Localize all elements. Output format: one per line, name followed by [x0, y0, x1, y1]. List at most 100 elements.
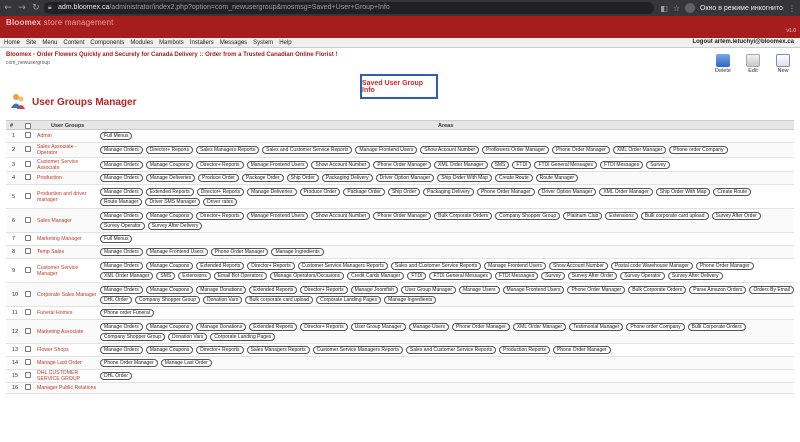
menu-mambots[interactable]: Mambots — [159, 40, 184, 46]
row-checkbox[interactable] — [25, 192, 31, 201]
row-checkbox[interactable] — [25, 372, 31, 380]
group-name-link[interactable]: Funeral Homes — [37, 310, 97, 316]
menu-modules[interactable]: Modules — [130, 40, 153, 46]
area-tag: Ship Order With Map — [437, 174, 492, 182]
menu-site[interactable]: Site — [26, 40, 36, 46]
group-name-link[interactable]: Production — [37, 175, 97, 181]
area-tag: Manage Frontend Users — [484, 261, 547, 270]
logout-link[interactable]: Logout artem.letuchyi@bloomex.ca — [692, 39, 794, 45]
page-title: User Groups Manager — [32, 97, 137, 108]
group-name-link[interactable]: Manager Public Relations — [37, 385, 97, 391]
area-tag: Manage Coupons — [145, 322, 194, 331]
menu-system[interactable]: System — [253, 40, 273, 46]
area-tag: Extended Reports — [249, 285, 298, 294]
area-tag: Manage Frontend Users — [355, 146, 418, 154]
areas-list: Manage Orders Manage Coupons Manage Donati… — [100, 320, 794, 343]
areas-list: Full Menus — [100, 233, 794, 245]
menu-components[interactable]: Components — [90, 40, 124, 46]
menu-home[interactable]: Home — [4, 40, 20, 46]
area-tag: Extended Reports — [196, 261, 245, 270]
area-tag: Proflowers Order Manager — [482, 146, 550, 154]
address-bar[interactable]: 🔒︎ adm.bloomex.ca/administrator/index2.p… — [44, 2, 654, 14]
row-checkbox[interactable] — [25, 235, 31, 243]
group-name-link[interactable]: Admin — [37, 133, 97, 139]
area-tag: Credit Cards Manager — [347, 271, 405, 280]
group-name-link[interactable]: Sales Associate - Operator — [37, 144, 97, 156]
area-tag: Manage Frontend Users — [246, 160, 309, 169]
browser-toolbar: ← → ↻ 🔒︎ adm.bloomex.ca/administrator/in… — [0, 0, 800, 16]
area-tag: Manage Orders — [100, 146, 143, 154]
user-groups-icon — [11, 94, 25, 109]
group-name-link[interactable]: Manage Last Order — [37, 360, 97, 366]
menu-help[interactable]: Help — [279, 40, 291, 46]
area-tag: Ship Order — [286, 174, 319, 182]
group-name-link[interactable]: Temp Sales — [37, 249, 97, 255]
row-checkbox[interactable] — [25, 174, 31, 182]
group-name-link[interactable]: Marketing Associate — [37, 329, 97, 335]
group-name-link[interactable]: Sales Manager — [37, 218, 97, 224]
forward-icon[interactable]: → — [16, 2, 28, 14]
row-number: 16 — [12, 385, 19, 391]
row-number: 11 — [12, 310, 18, 316]
group-name-link[interactable]: Corporate Sales Manager — [37, 292, 97, 298]
area-tag: Phone Order Manager — [373, 211, 432, 220]
area-tag: Show Account Number — [311, 211, 371, 220]
area-tag: Manage Frontend Users — [502, 285, 565, 294]
row-checkbox[interactable] — [25, 146, 31, 154]
area-tag: Bulk Corporate Orders — [434, 211, 493, 220]
group-name-link[interactable]: Marketing Manager — [37, 236, 97, 242]
group-name-link[interactable]: Flower Shops — [37, 347, 97, 353]
row-number: 10 — [12, 291, 19, 298]
area-tag: Survey After Order — [567, 271, 618, 280]
row-checkbox[interactable] — [25, 290, 31, 299]
area-tag: FTDI General Messages — [429, 271, 492, 280]
incognito-icon[interactable] — [685, 3, 695, 13]
row-checkbox[interactable] — [25, 384, 31, 392]
incognito-label[interactable]: Окно в режиме инкогнито — [700, 5, 783, 12]
table-row: 13 Flower Shops Manage Orders Manage Coupon… — [6, 344, 794, 357]
site-title[interactable]: Bloomex - Order Flowers Quickly and Secu… — [6, 52, 337, 58]
row-checkbox[interactable] — [25, 216, 31, 225]
menu-content[interactable]: Content — [63, 40, 84, 46]
kebab-menu-icon[interactable]: ⋮ — [788, 4, 796, 13]
menu-messages[interactable]: Messages — [220, 40, 247, 46]
area-tag: Bulk Corporate Orders — [687, 322, 746, 331]
group-name-link[interactable]: DHL CUSTOMER SERVICE GROUP — [37, 370, 97, 382]
row-checkbox[interactable] — [25, 266, 31, 275]
area-tag: Survey After Order — [711, 211, 761, 220]
new-button[interactable]: New — [770, 50, 796, 74]
table-row: 3 Customer Service Associate Manage Orders… — [6, 158, 794, 172]
area-tag: Customer Service Managers Reports — [312, 346, 403, 354]
group-name-link[interactable]: Production and driver manager — [37, 191, 97, 203]
extension-icon[interactable]: ◧ — [660, 4, 668, 13]
edit-button[interactable]: Edit — [740, 50, 766, 74]
group-name-link[interactable]: Customer Service Associate — [37, 159, 97, 171]
area-tag: Donation Vars — [202, 295, 243, 304]
group-name-link[interactable]: Customer Service Manager — [37, 265, 97, 277]
area-tag: Manage Frontend Users — [145, 248, 208, 256]
back-icon[interactable]: ← — [2, 2, 14, 14]
menu-menu[interactable]: Menu — [42, 40, 57, 46]
delete-button[interactable]: Delete — [710, 50, 736, 74]
area-tag: Director+ Reports — [196, 211, 244, 220]
area-tag: Driver SMS Manager — [145, 197, 201, 206]
row-checkbox[interactable] — [25, 346, 31, 354]
reload-icon[interactable]: ↻ — [30, 2, 42, 14]
row-checkbox[interactable] — [25, 327, 31, 336]
row-checkbox[interactable] — [25, 248, 31, 256]
row-checkbox[interactable] — [25, 359, 31, 367]
table-row: 11 Funeral Homes Phone order Funeral — [6, 307, 794, 320]
table-row: 16 Manager Public Relations — [6, 383, 794, 394]
area-tag: Survey After Delivery — [667, 271, 723, 280]
area-tag: Survey Operator — [100, 221, 145, 230]
area-tag: Manage Operators/Occasions — [269, 271, 345, 280]
row-checkbox[interactable] — [25, 309, 31, 317]
area-tag: Survey Operator — [620, 271, 665, 280]
row-checkbox[interactable] — [25, 132, 31, 140]
area-tag: DHL Order — [100, 295, 132, 304]
star-icon[interactable]: ☆ — [673, 4, 680, 13]
row-checkbox[interactable] — [25, 160, 31, 169]
menu-installers[interactable]: Installers — [190, 40, 214, 46]
areas-list: Full Menus — [100, 130, 794, 142]
lock-icon[interactable]: 🔒︎ — [48, 2, 52, 14]
